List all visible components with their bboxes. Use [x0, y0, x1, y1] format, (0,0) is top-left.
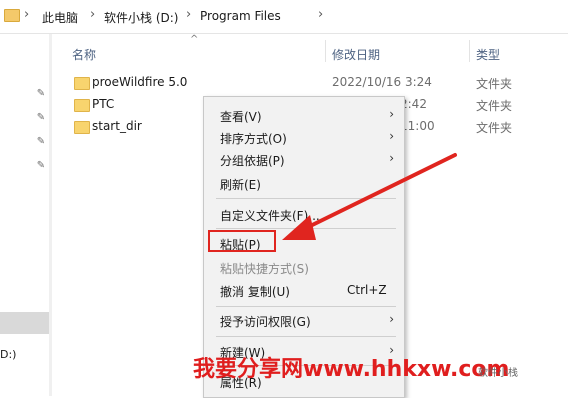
menu-separator [216, 198, 396, 199]
pin-icon: ✎ [36, 112, 46, 123]
menu-item-give-access[interactable]: 授予访问权限(G) › [204, 309, 404, 331]
nav-item-selected[interactable] [0, 312, 49, 334]
menu-item-shortcut: Ctrl+Z [347, 283, 387, 297]
column-divider[interactable] [469, 40, 470, 62]
file-date: 2022/10/16 3:24 [332, 75, 432, 89]
breadcrumb-separator: › [186, 7, 192, 22]
breadcrumb-separator: › [318, 7, 324, 22]
menu-item-label: 分组依据(P) [220, 154, 285, 168]
watermark: 我要分享网www.hhkxw.com [193, 357, 510, 382]
menu-item-label: 粘贴快捷方式(S) [220, 262, 309, 276]
menu-item-paste-shortcut[interactable]: 粘贴快捷方式(S) [204, 256, 404, 278]
folder-icon [4, 9, 20, 22]
highlight-box [208, 230, 276, 252]
file-name: start_dir [92, 119, 142, 133]
menu-item-label: 自定义文件夹(F)... [220, 209, 320, 223]
menu-separator [216, 228, 396, 229]
menu-item-label: 查看(V) [220, 110, 262, 124]
menu-item-label: 授予访问权限(G) [220, 315, 311, 329]
file-type: 文件夹 [476, 121, 513, 135]
menu-item-refresh[interactable]: 刷新(E) [204, 172, 404, 194]
breadcrumb-program-files[interactable]: Program Files [200, 9, 281, 23]
file-date: 11:00 [400, 119, 435, 133]
watermark-sub: 软件小栈 [478, 368, 518, 379]
nav-scrollbar[interactable] [49, 34, 52, 396]
menu-separator [216, 306, 396, 307]
chevron-right-icon: › [389, 312, 394, 326]
column-header-name[interactable]: 名称 [72, 46, 96, 63]
breadcrumb-drive-d[interactable]: 软件小栈 (D:) [104, 9, 178, 26]
column-divider[interactable] [325, 40, 326, 62]
menu-item-group-by[interactable]: 分组依据(P) › [204, 148, 404, 170]
chevron-right-icon: › [389, 129, 394, 143]
menu-item-customize-folder[interactable]: 自定义文件夹(F)... [204, 203, 404, 225]
file-name: proeWildfire 5.0 [92, 75, 188, 89]
pin-icon: ✎ [36, 88, 46, 99]
breadcrumb-separator: › [90, 7, 96, 22]
menu-item-view[interactable]: 查看(V) › [204, 104, 404, 126]
menu-item-undo-copy[interactable]: 撤消 复制(U) Ctrl+Z [204, 279, 404, 301]
folder-icon [74, 77, 90, 90]
file-type: 文件夹 [476, 99, 513, 113]
folder-icon [74, 99, 90, 112]
breadcrumb-this-pc[interactable]: 此电脑 [42, 9, 78, 26]
file-type: 文件夹 [476, 77, 513, 91]
chevron-right-icon: › [389, 151, 394, 165]
menu-item-label: 刷新(E) [220, 178, 261, 192]
breadcrumb-separator: › [24, 7, 30, 22]
column-header-modified[interactable]: 修改日期 [332, 46, 380, 63]
menu-item-sort-by[interactable]: 排序方式(O) › [204, 126, 404, 148]
chevron-right-icon: › [389, 107, 394, 121]
pin-icon: ✎ [36, 160, 46, 171]
address-bar[interactable]: › 此电脑 › 软件小栈 (D:) › Program Files › [0, 0, 568, 34]
folder-icon [74, 121, 90, 134]
nav-item-drive[interactable]: D:) [0, 348, 16, 361]
column-header-type[interactable]: 类型 [476, 46, 500, 63]
menu-item-label: 排序方式(O) [220, 132, 287, 146]
sort-up-icon: ^ [190, 34, 199, 45]
navigation-pane: ✎ ✎ ✎ ✎ D:) [0, 34, 52, 396]
menu-item-label: 撤消 复制(U) [220, 285, 290, 299]
menu-separator [216, 336, 396, 337]
pin-icon: ✎ [36, 136, 46, 147]
file-name: PTC [92, 97, 115, 111]
file-row[interactable]: proeWildfire 5.0 2022/10/16 3:24 文件夹 [70, 72, 568, 94]
